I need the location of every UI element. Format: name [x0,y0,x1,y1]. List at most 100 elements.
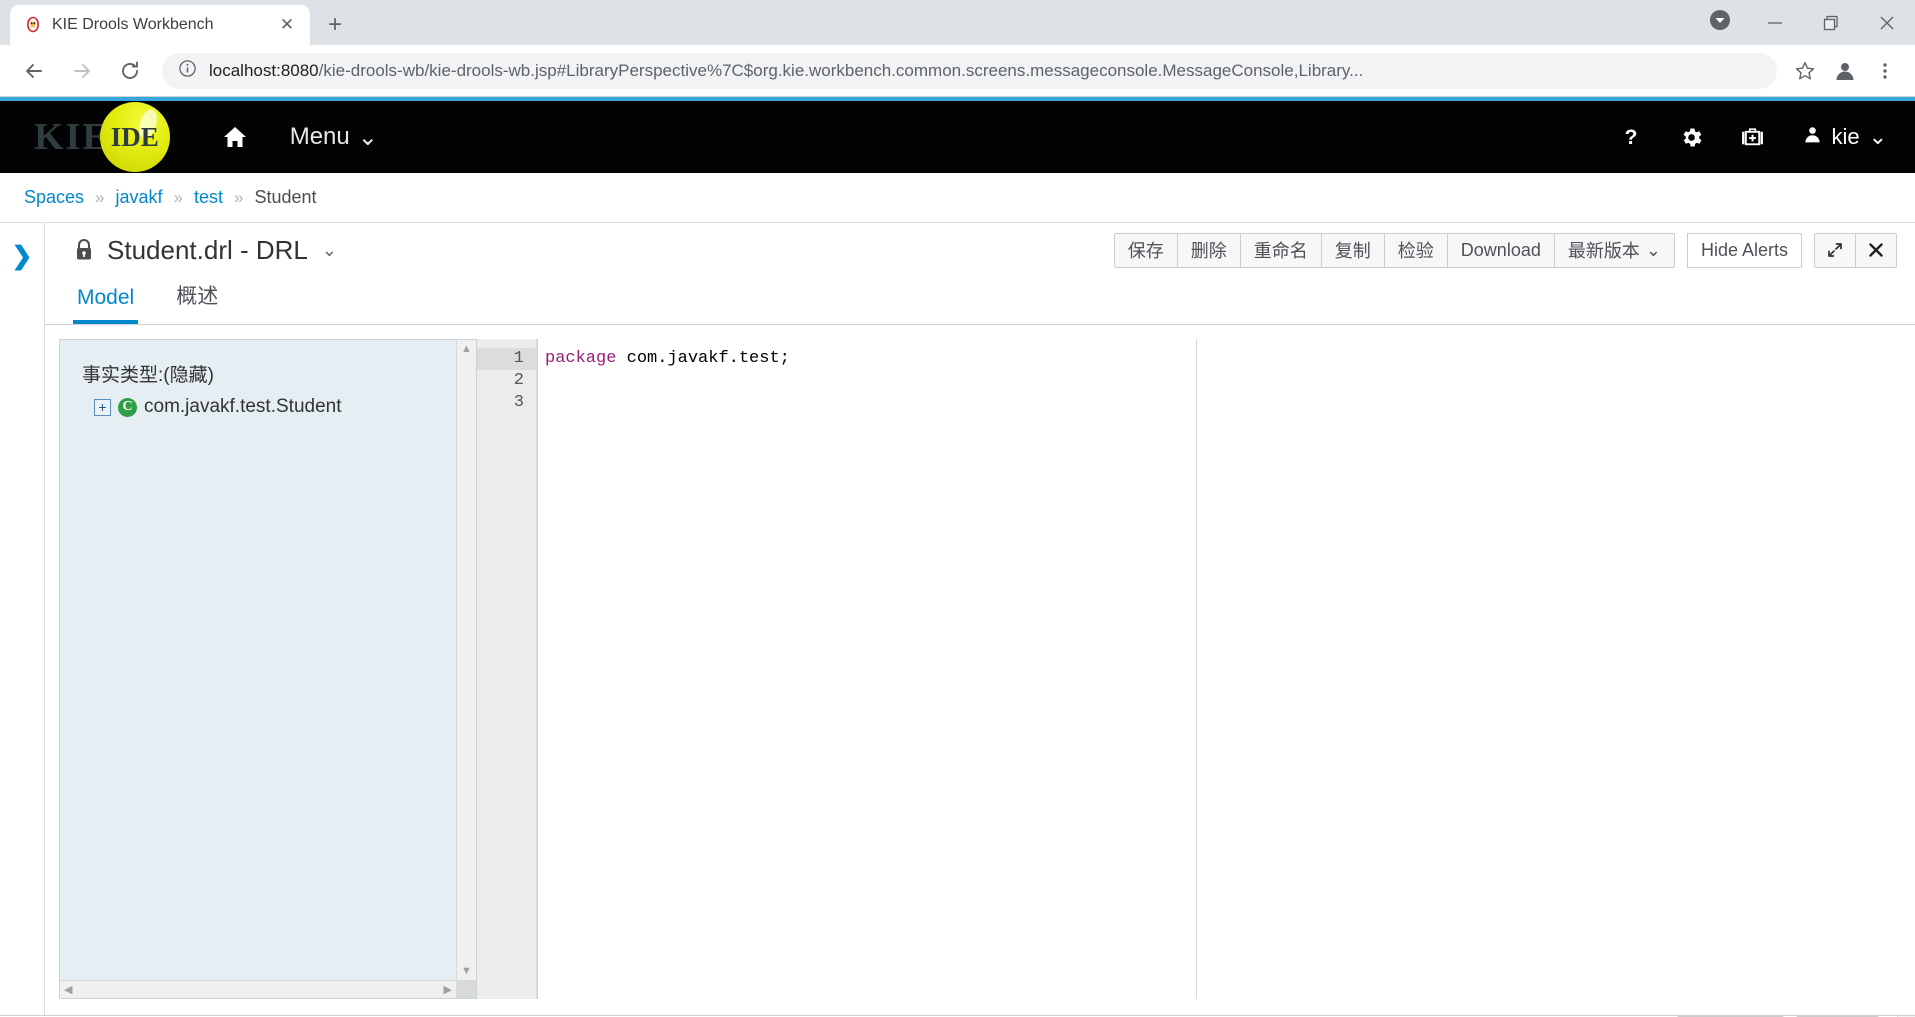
browser-nav-bar: localhost:8080/kie-drools-wb/kie-drools-… [0,45,1915,97]
scroll-right-arrow-icon[interactable]: ▶ [444,983,452,996]
window-minimize-button[interactable] [1747,0,1803,45]
editor-title-bar: Student.drl - DRL ⌄ 保存 删除 重命名 复制 检验 Down… [45,223,1915,277]
sidebar-expand-rail[interactable]: ❯ [0,223,45,1015]
editor-action-buttons: 保存 删除 重命名 复制 检验 Download 最新版本 ⌄ [1113,232,1675,268]
tab-strip: KIE Drools Workbench ✕ + [0,0,352,45]
breadcrumb: Spaces » javakf » test » Student [0,173,1915,223]
code-text: com.javakf.test; [616,349,790,368]
window-maximize-button[interactable] [1803,0,1859,45]
back-arrow-icon[interactable] [14,51,54,91]
kie-logo-ball-icon: IDE [99,102,170,172]
kebab-menu-icon[interactable] [1865,51,1905,91]
tab-close-icon[interactable]: ✕ [276,14,298,36]
scrollbar-corner [456,980,476,998]
validate-button[interactable]: 检验 [1383,232,1447,268]
code-keyword: package [545,349,617,368]
menu-dropdown[interactable]: Menu ⌄ [290,123,378,152]
chevron-right-icon[interactable]: ❯ [12,241,33,1015]
user-avatar-icon [1803,124,1822,150]
app-header: KIE IDE Menu ⌄ ? kie ⌄ [0,101,1915,173]
forward-arrow-icon[interactable] [62,51,102,91]
breadcrumb-separator: » [95,187,105,207]
hide-alerts-button[interactable]: Hide Alerts [1686,232,1802,268]
tree-item-student[interactable]: + C com.javakf.test.Student [82,396,476,418]
editor-window-buttons [1814,232,1897,268]
version-dropdown-button[interactable]: 最新版本 ⌄ [1553,232,1675,268]
copy-button[interactable]: 复制 [1320,232,1384,268]
kie-logo-text: KIE [34,116,110,158]
address-bar[interactable]: localhost:8080/kie-drools-wb/kie-drools-… [162,52,1777,89]
tree-vertical-scrollbar[interactable]: ▲ ▼ [456,340,476,980]
bookmark-star-icon[interactable] [1785,51,1825,91]
site-info-icon[interactable] [178,59,197,83]
tree-horizontal-scrollbar[interactable]: ◀ ▶ [60,980,456,998]
breadcrumb-separator: » [234,187,244,207]
chevron-down-icon[interactable]: ⌄ [322,240,337,261]
fact-types-panel: 事实类型:(隐藏) + C com.javakf.test.Student ▲ … [59,339,477,999]
rename-button[interactable]: 重命名 [1239,232,1321,268]
kie-logo[interactable]: KIE IDE [34,102,170,172]
code-line: package com.javakf.test; [545,348,1196,370]
breadcrumb-separator: » [173,187,184,207]
line-number: 1 [477,348,536,370]
lock-icon [73,238,95,262]
tab-overview[interactable]: 概述 [172,280,222,324]
user-name: kie [1831,124,1860,149]
alerts-toggle-group: Hide Alerts [1686,232,1802,268]
user-menu[interactable]: kie ⌄ [1803,124,1887,150]
window-close-button[interactable] [1859,0,1915,45]
breadcrumb-item-spaces[interactable]: Spaces [24,187,84,208]
question-mark-icon[interactable]: ? [1619,125,1643,149]
menu-label: Menu [289,123,350,150]
fact-types-heading: 事实类型:(隐藏) [82,365,214,386]
drools-favicon-icon [24,16,42,34]
chevron-down-icon: ⌄ [1645,239,1661,260]
profile-avatar-icon[interactable] [1825,51,1865,91]
editor-column: Student.drl - DRL ⌄ 保存 删除 重命名 复制 检验 Down… [45,223,1915,1015]
code-content[interactable]: package com.javakf.test; [537,339,1196,999]
window-controls [1707,0,1915,45]
expand-plus-icon[interactable]: + [94,398,111,416]
kie-logo-ball-text: IDE [110,121,159,152]
scroll-down-arrow-icon[interactable]: ▼ [461,965,472,977]
download-indicator-icon[interactable] [1707,7,1733,38]
reload-icon[interactable] [110,51,150,91]
editor-area: ❯ Student.drl - DRL ⌄ 保存 删除 重命名 复制 检验 Do… [0,223,1915,1015]
java-class-icon: C [118,397,137,417]
new-tab-button[interactable]: + [318,8,352,42]
fact-types-tree: 事实类型:(隐藏) + C com.javakf.test.Student [60,340,476,998]
version-label: 最新版本 [1567,241,1640,261]
chevron-down-icon: ⌄ [1868,124,1887,149]
page-title: Student.drl - DRL ⌄ [73,235,337,266]
scroll-left-arrow-icon[interactable]: ◀ [64,983,72,996]
document-title-text: Student.drl - DRL [107,234,308,265]
address-bar-url: localhost:8080/kie-drools-wb/kie-drools-… [209,61,1763,81]
code-editor[interactable]: 1 2 3 package com.javakf.test; [477,339,1197,999]
svg-text:?: ? [1625,126,1638,149]
browser-tab[interactable]: KIE Drools Workbench ✕ [10,5,310,45]
save-button[interactable]: 保存 [1113,232,1177,268]
tab-model[interactable]: Model [73,286,139,324]
breadcrumb-item-javakf[interactable]: javakf [116,187,163,208]
browser-tab-bar: KIE Drools Workbench ✕ + [0,0,1915,45]
gear-icon[interactable] [1679,125,1704,150]
download-button[interactable]: Download [1446,232,1554,268]
editor-tabs: Model 概述 [45,277,1915,325]
expand-diagonal-icon[interactable] [1814,232,1855,268]
scroll-up-arrow-icon[interactable]: ▲ [461,343,472,355]
close-x-icon[interactable] [1855,232,1897,268]
breadcrumb-item-test[interactable]: test [194,187,223,208]
fact-types-panel-wrapper: 事实类型:(隐藏) + C com.javakf.test.Student ▲ … [45,339,477,1015]
line-number: 2 [513,371,524,390]
code-editor-empty-space [1196,339,1915,999]
first-aid-kit-icon[interactable] [1740,125,1765,150]
tree-item-label: com.javakf.test.Student [144,396,342,417]
line-number-gutter: 1 2 3 [477,339,537,999]
code-editor-area: 1 2 3 package com.javakf.test; [477,339,1915,1015]
chevron-down-icon: ⌄ [357,123,378,151]
home-icon[interactable] [222,124,248,150]
url-host: localhost:8080 [209,60,319,80]
editor-body: 事实类型:(隐藏) + C com.javakf.test.Student ▲ … [45,325,1915,1015]
delete-button[interactable]: 删除 [1176,232,1240,268]
